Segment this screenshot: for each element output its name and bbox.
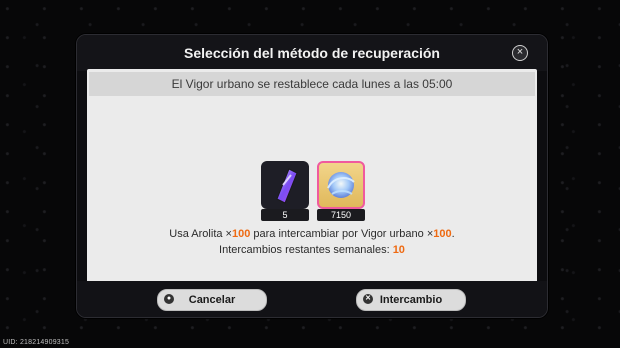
cancel-button-label: Cancelar [188, 294, 236, 306]
reset-banner: El Vigor urbano se restablece cada lunes… [89, 72, 535, 96]
exchange-gain-number: 100 [433, 228, 452, 240]
close-icon: × [516, 46, 524, 58]
exchange-cost-number: 100 [231, 228, 251, 240]
exchange-button-icon: ✕ [363, 294, 373, 304]
exchange-text-part3: . [451, 228, 455, 240]
item-vigor-urbano: 7150 [317, 161, 365, 223]
cancel-button-icon: ● [164, 294, 174, 304]
exchange-text-part1: Usa Arolita × [169, 228, 232, 240]
arolita-icon [261, 161, 309, 209]
vigor-quantity: 7150 [317, 209, 365, 221]
dialog-content: El Vigor urbano se restablece cada lunes… [87, 69, 537, 314]
item-arolita: 5 [261, 161, 309, 223]
exchange-description: Usa Arolita ×100 para intercambiar por V… [87, 228, 537, 240]
vigor-urbano-icon [317, 161, 365, 209]
exchange-button-label: Intercambio [379, 294, 443, 306]
arolita-quantity: 5 [261, 209, 309, 221]
close-button[interactable]: × [512, 45, 528, 61]
exchange-button[interactable]: ✕ Intercambio [356, 289, 466, 311]
exchange-text-part2: para intercambiar por Vigor urbano × [250, 228, 434, 240]
weekly-remaining-label: Intercambios restantes semanales: [219, 244, 393, 256]
recovery-dialog: Selección del método de recuperación × E… [76, 34, 548, 318]
dialog-footer [77, 281, 547, 317]
dialog-title: Selección del método de recuperación [184, 45, 440, 61]
vigor-svg [327, 172, 355, 198]
cancel-button[interactable]: ● Cancelar [157, 289, 267, 311]
arolita-svg [276, 168, 298, 204]
dialog-header: Selección del método de recuperación × [77, 35, 547, 71]
uid-text: UID: 218214909315 [3, 339, 70, 346]
weekly-remaining: Intercambios restantes semanales: 10 [87, 244, 537, 256]
weekly-remaining-number: 10 [392, 244, 405, 256]
